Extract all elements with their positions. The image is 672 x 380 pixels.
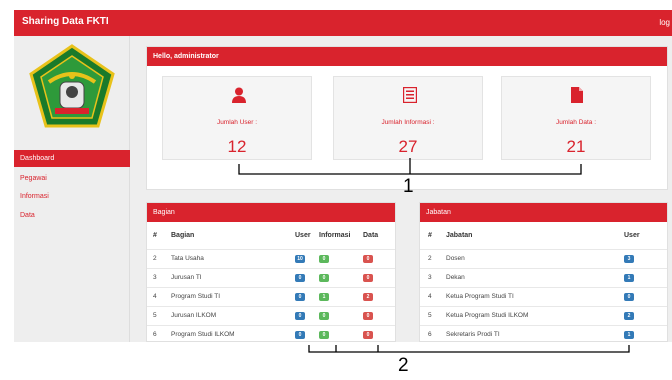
annotation-label-2: 2 — [398, 355, 409, 376]
annotation-label-1: 1 — [403, 176, 414, 197]
annotation-brackets — [238, 158, 630, 353]
